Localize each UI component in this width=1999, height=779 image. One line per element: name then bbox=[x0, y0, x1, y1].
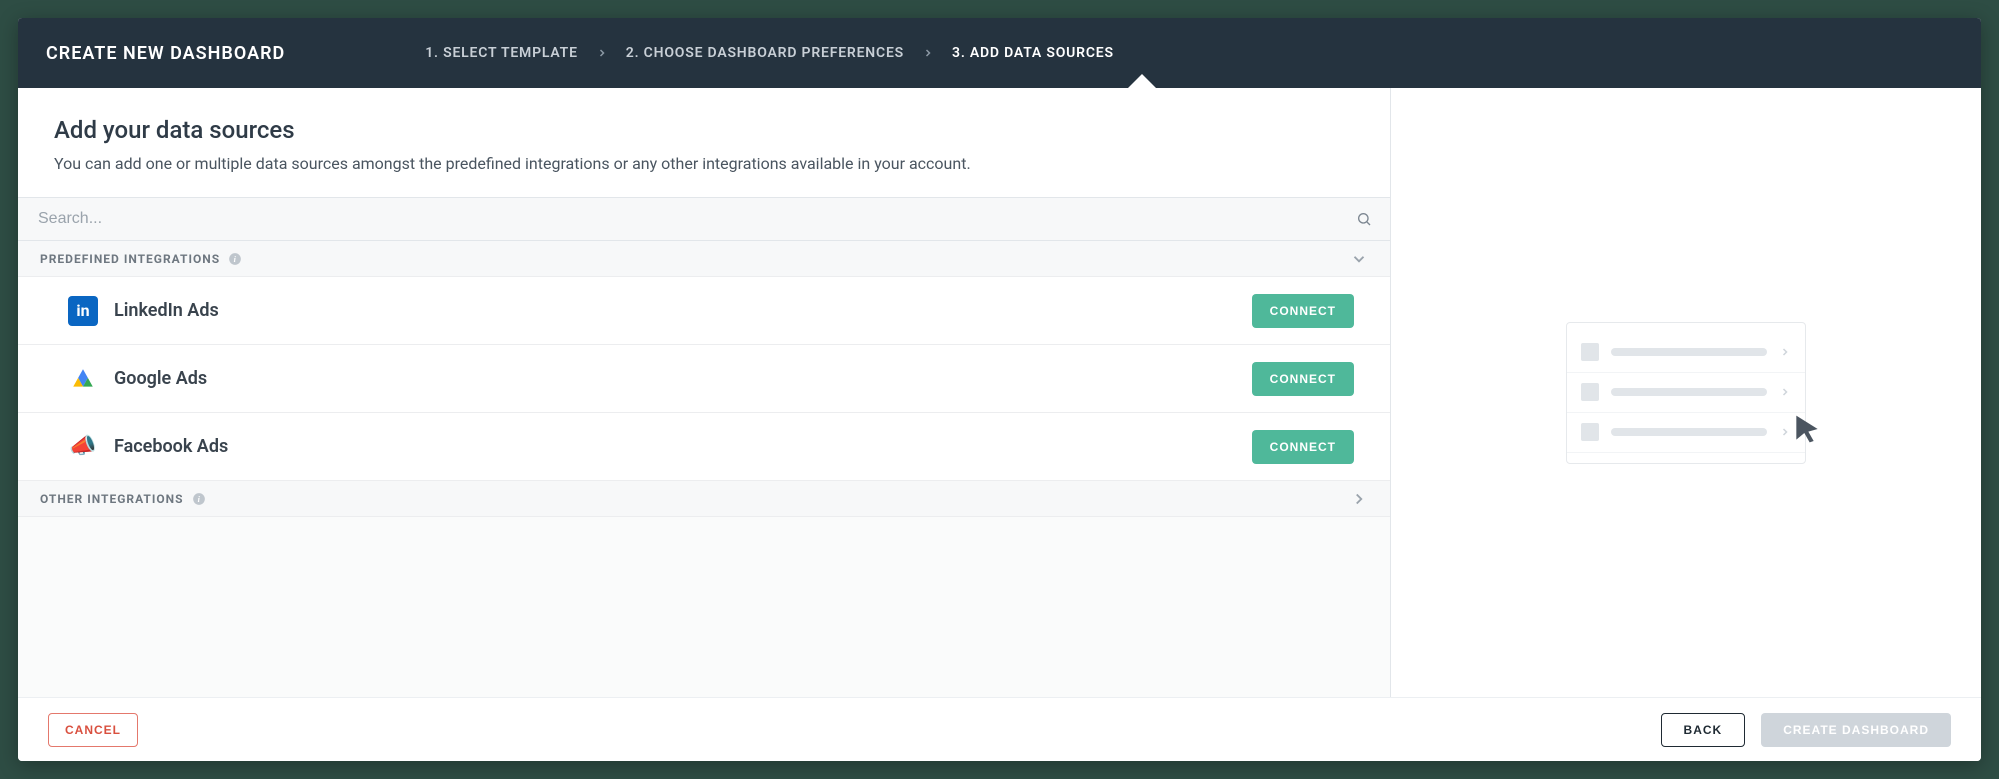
chevron-right-icon bbox=[1350, 490, 1368, 508]
integration-row-facebook-ads: 📣 Facebook Ads CONNECT bbox=[18, 413, 1390, 481]
placeholder-line bbox=[1611, 348, 1767, 356]
placeholder-row bbox=[1567, 333, 1805, 373]
integration-row-google-ads: Google Ads CONNECT bbox=[18, 345, 1390, 413]
info-icon: i bbox=[192, 492, 206, 506]
placeholder-line bbox=[1611, 428, 1767, 436]
chevron-right-icon bbox=[596, 47, 608, 59]
step-add-data-sources[interactable]: 3. ADD DATA SOURCES bbox=[952, 45, 1114, 61]
integration-name: LinkedIn Ads bbox=[114, 300, 219, 321]
modal-title: CREATE NEW DASHBOARD bbox=[46, 43, 285, 64]
step-choose-preferences[interactable]: 2. CHOOSE DASHBOARD PREFERENCES bbox=[626, 45, 904, 61]
placeholder-row bbox=[1567, 373, 1805, 413]
svg-text:i: i bbox=[197, 494, 200, 503]
info-icon: i bbox=[228, 252, 242, 266]
preview-panel bbox=[1391, 88, 1981, 697]
empty-state-illustration bbox=[1566, 322, 1806, 464]
modal-body: Add your data sources You can add one or… bbox=[18, 88, 1981, 697]
integration-name: Facebook Ads bbox=[114, 436, 228, 457]
search-icon bbox=[1356, 211, 1372, 227]
integrations-list: PREDEFINED INTEGRATIONS i in LinkedIn Ad… bbox=[18, 241, 1390, 697]
create-dashboard-modal: CREATE NEW DASHBOARD 1. SELECT TEMPLATE … bbox=[18, 18, 1981, 761]
chevron-right-icon bbox=[1779, 423, 1791, 442]
integration-row-linkedin-ads: in LinkedIn Ads CONNECT bbox=[18, 277, 1390, 345]
chevron-down-icon bbox=[1350, 250, 1368, 268]
placeholder-square bbox=[1581, 383, 1599, 401]
svg-text:i: i bbox=[234, 254, 237, 263]
back-button[interactable]: BACK bbox=[1661, 713, 1746, 747]
cancel-button[interactable]: CANCEL bbox=[48, 713, 138, 747]
modal-header: CREATE NEW DASHBOARD 1. SELECT TEMPLATE … bbox=[18, 18, 1981, 88]
placeholder-line bbox=[1611, 388, 1767, 396]
chevron-right-icon bbox=[1779, 343, 1791, 362]
cursor-icon bbox=[1791, 413, 1823, 445]
placeholder-square bbox=[1581, 423, 1599, 441]
left-panel: Add your data sources You can add one or… bbox=[18, 88, 1391, 697]
wizard-steps: 1. SELECT TEMPLATE 2. CHOOSE DASHBOARD P… bbox=[425, 45, 1114, 61]
active-step-indicator bbox=[1128, 74, 1156, 88]
create-dashboard-button[interactable]: CREATE DASHBOARD bbox=[1761, 713, 1951, 747]
section-predefined-integrations[interactable]: PREDEFINED INTEGRATIONS i bbox=[18, 241, 1390, 277]
modal-footer: CANCEL BACK CREATE DASHBOARD bbox=[18, 697, 1981, 761]
section-other-integrations[interactable]: OTHER INTEGRATIONS i bbox=[18, 481, 1390, 517]
search-input[interactable] bbox=[30, 210, 1356, 228]
chevron-right-icon bbox=[1779, 383, 1791, 402]
section-title: PREDEFINED INTEGRATIONS bbox=[40, 252, 220, 266]
intro-block: Add your data sources You can add one or… bbox=[18, 88, 1390, 197]
connect-button[interactable]: CONNECT bbox=[1252, 294, 1354, 328]
section-title: OTHER INTEGRATIONS bbox=[40, 492, 184, 506]
connect-button[interactable]: CONNECT bbox=[1252, 430, 1354, 464]
intro-subtext: You can add one or multiple data sources… bbox=[54, 154, 1354, 173]
google-ads-icon bbox=[68, 364, 98, 394]
integration-name: Google Ads bbox=[114, 368, 207, 389]
linkedin-icon: in bbox=[68, 296, 98, 326]
chevron-right-icon bbox=[922, 47, 934, 59]
intro-heading: Add your data sources bbox=[54, 116, 1354, 144]
search-bar bbox=[18, 197, 1390, 241]
placeholder-row bbox=[1567, 413, 1805, 453]
placeholder-square bbox=[1581, 343, 1599, 361]
connect-button[interactable]: CONNECT bbox=[1252, 362, 1354, 396]
megaphone-icon: 📣 bbox=[68, 432, 98, 462]
step-select-template[interactable]: 1. SELECT TEMPLATE bbox=[425, 45, 578, 61]
